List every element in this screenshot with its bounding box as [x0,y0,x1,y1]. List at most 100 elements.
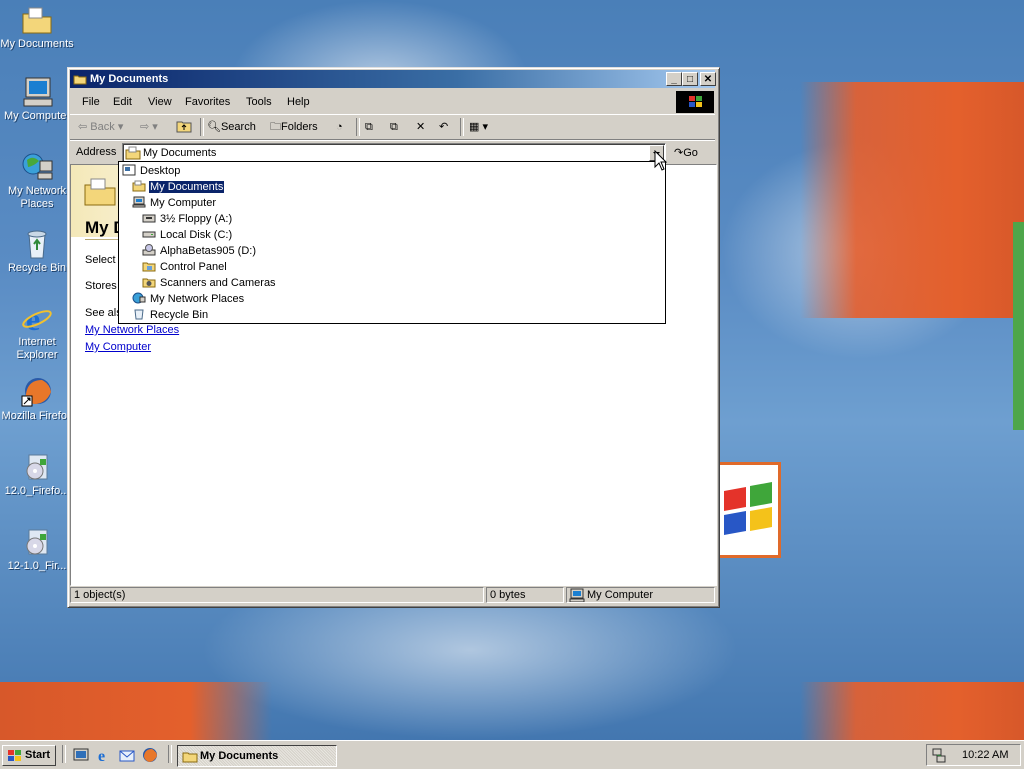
history-button[interactable]: ◔ [336,119,343,135]
dropdown-item-recycle-bin[interactable]: Recycle Bin [132,308,209,323]
menu-favorites[interactable]: Favorites [185,96,230,108]
show-desktop-icon[interactable] [73,747,89,763]
status-bar: 1 object(s) 0 bytes My Computer [70,586,715,604]
firefox-shortcut-icon [20,376,54,408]
desktop-icon-network-places[interactable]: My Network Places [0,151,74,211]
system-tray: 10:22 AM [926,744,1021,766]
internet-explorer-icon[interactable]: e [96,747,112,765]
installer-icon [20,526,54,558]
move-to-button[interactable]: ⧉ [365,119,373,135]
link-my-computer[interactable]: My Computer [85,341,151,353]
dropdown-item-desktop[interactable]: Desktop [122,164,181,179]
undo-icon: ↶ [439,121,449,133]
move-to-icon: ⧉ [365,121,373,133]
desktop-icon-firefox[interactable]: Mozilla Firefox [0,376,74,423]
window-title: My Documents [90,73,169,85]
recycle-bin-icon [132,308,146,320]
dropdown-item-local-disk-c[interactable]: Local Disk (C:) [142,228,233,243]
desktop-icon-recycle-bin[interactable]: Recycle Bin [0,228,74,275]
copy-to-button[interactable]: ⧉ [390,119,398,135]
desktop-icon-installer-1[interactable]: 12.0_Firefo... [0,451,74,498]
dropdown-item-my-network-places[interactable]: My Network Places [132,292,245,307]
dropdown-item-label: My Computer [150,197,217,209]
my-computer-icon [132,196,146,208]
views-button[interactable]: ▦ ▾ [469,119,488,135]
menu-edit[interactable]: Edit [113,96,132,108]
status-zone: My Computer [566,587,715,603]
forward-button[interactable]: ⇨ ▾ [140,119,158,135]
maximize-button[interactable]: □ [682,72,698,86]
delete-x-icon: ✕ [416,121,426,133]
menu-file[interactable]: File [82,96,100,108]
network-tray-icon[interactable] [931,747,947,763]
dropdown-item-label: Desktop [140,165,181,177]
history-icon: ◔ [336,121,343,133]
menu-help[interactable]: Help [287,96,310,108]
menu-view[interactable]: View [148,96,172,108]
control-panel-icon [142,260,156,272]
explorer-window[interactable]: My Documents _ □ ✕ File Edit View Favori… [67,67,720,608]
toolbar-separator [356,118,360,136]
taskbar-button-my-documents[interactable]: My Documents [177,745,337,767]
my-computer-icon [569,588,585,606]
status-object-count: 1 object(s) [70,587,484,603]
my-documents-folder-icon [132,180,146,192]
windows-throbber-logo [676,91,714,113]
outlook-express-icon[interactable] [119,747,135,763]
dropdown-item-control-panel[interactable]: Control Panel [142,260,228,275]
desktop-icon-internet-explorer[interactable]: e Internet Explorer [0,301,74,362]
go-arrow-icon: ↷ [674,147,684,159]
address-dropdown-list[interactable]: Desktop My Documents My Computer 3½ Floppy … [118,161,666,324]
dropdown-item-label: Scanners and Cameras [160,277,276,289]
address-label: Address [76,146,117,158]
my-documents-folder-icon [182,752,198,763]
hard-disk-icon [142,228,156,240]
dropdown-item-label: Recycle Bin [150,309,209,321]
back-button[interactable]: ⇦ Back ▾ [78,119,123,135]
dropdown-item-alphabetas905-d[interactable]: AlphaBetas905 (D:) [142,244,257,259]
folders-icon: 🗀 [270,121,281,133]
undo-button[interactable]: ↶ [439,119,448,135]
mouse-cursor-icon [654,150,668,171]
dropdown-item-scanners-and-cameras[interactable]: Scanners and Cameras [142,276,277,291]
start-button[interactable]: Start [2,745,56,766]
chevron-down-icon: ▾ [152,121,158,133]
desktop-icon-my-documents[interactable]: My Documents [0,4,74,51]
wallpaper-flag-green [1013,222,1024,430]
my-computer-icon [20,76,54,108]
go-button[interactable]: ↷Go [674,143,712,163]
close-button[interactable]: ✕ [700,72,716,86]
minimize-button[interactable]: _ [666,72,682,86]
address-value: My Documents [143,147,217,159]
folders-button[interactable]: 🗀Folders [270,119,318,135]
menu-tools[interactable]: Tools [246,96,272,108]
delete-button[interactable]: ✕ [416,119,425,135]
internet-explorer-icon: e [20,301,54,337]
dropdown-item-label: My Documents [147,180,226,194]
forward-arrow-icon: ⇨ [140,121,150,133]
firefox-icon[interactable] [142,747,158,763]
clock[interactable]: 10:22 AM [962,749,1008,761]
dropdown-item-label: Control Panel [160,261,227,273]
address-combobox[interactable]: My Documents [122,143,666,163]
wallpaper-flag-orange-top [800,82,1024,318]
desktop-icon-my-computer[interactable]: My Computer [0,76,74,123]
cd-drive-icon [142,244,156,256]
taskbar-separator [168,745,172,763]
link-my-network-places[interactable]: My Network Places [85,324,179,336]
toolbar-separator [460,118,464,136]
up-folder-button[interactable] [176,119,192,135]
search-button[interactable]: 🔍︎Search [207,119,256,135]
desktop-icon-installer-2[interactable]: 12-1.0_Fir... [0,526,74,573]
toolbar-separator [200,118,204,136]
svg-text:e: e [98,748,105,763]
dropdown-item-my-documents[interactable]: My Documents [132,180,226,195]
windows-logo-wallpaper [718,462,781,558]
title-bar[interactable]: My Documents _ □ ✕ [70,70,716,88]
network-places-icon [132,292,146,304]
dropdown-item-3-floppy-a[interactable]: 3½ Floppy (A:) [142,212,233,227]
dropdown-item-my-computer[interactable]: My Computer [132,196,217,211]
dropdown-item-label: 3½ Floppy (A:) [160,213,233,225]
dropdown-item-label: My Network Places [150,293,245,305]
standard-toolbar: ⇦ Back ▾ ⇨ ▾ 🔍︎Search 🗀Folders ◔ ⧉ ⧉ ✕ ↶… [70,114,715,140]
